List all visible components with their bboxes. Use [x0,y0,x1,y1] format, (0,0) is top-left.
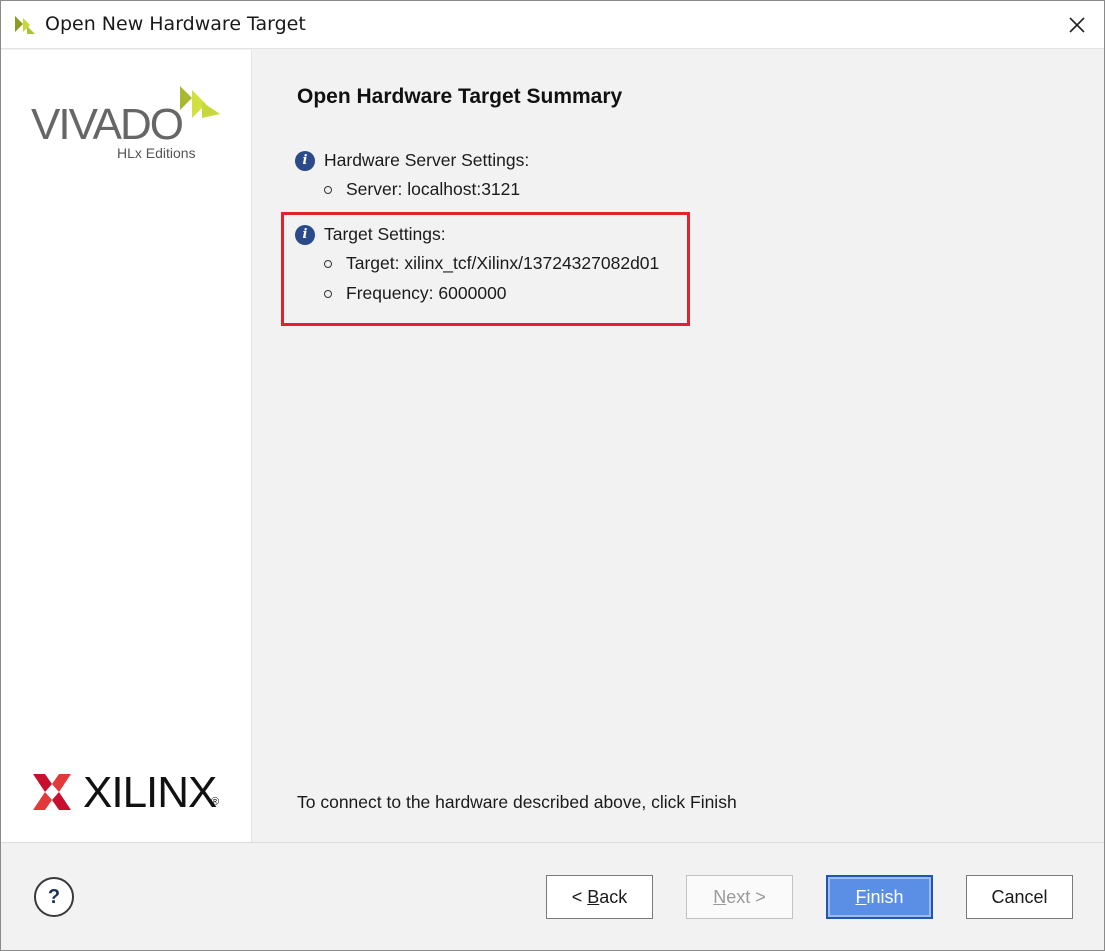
list-item: Server: localhost:3121 [324,179,520,200]
finish-button-mnemonic: F [855,886,867,907]
cancel-button-label: Cancel [991,886,1048,907]
list-item: Frequency: 6000000 [324,283,507,304]
finish-button[interactable]: Finish [826,875,933,919]
bullet-icon [324,185,332,194]
vivado-edition-label: HLx Editions [117,145,196,161]
vivado-logo-icon [15,16,35,34]
back-button-prefix: < [571,886,588,907]
target-value: Target: xilinx_tcf/Xilinx/13724327082d01 [346,253,660,273]
next-button-mnemonic: N [713,886,727,907]
title-bar: Open New Hardware Target [1,1,1104,49]
registered-mark: ® [211,796,220,808]
server-settings-header: i Hardware Server Settings: [295,150,529,171]
list-item: Target: xilinx_tcf/Xilinx/13724327082d01 [324,253,659,274]
vivado-mark-icon [180,86,220,118]
back-button-mnemonic: B [587,886,600,907]
server-value: Server: localhost:3121 [346,179,521,199]
vivado-wordmark: VIVADO [31,100,184,149]
help-icon: ? [47,885,61,908]
button-bar: ? < Back Next > Finish Cancel [1,842,1104,950]
back-button[interactable]: < Back [546,875,653,919]
xilinx-logo: XILINX ® [33,768,233,818]
sidebar: VIVADO HLx Editions XILINX ® [1,50,252,842]
close-button[interactable] [1050,1,1104,49]
frequency-value: Frequency: 6000000 [346,283,507,303]
back-button-rest: ack [599,886,628,907]
vivado-logo: VIVADO HLx Editions [31,84,231,164]
close-icon [1069,17,1085,33]
info-icon: i [295,224,315,245]
page-title: Open Hardware Target Summary [297,85,623,108]
target-settings-label: Target Settings: [324,224,446,244]
finish-button-rest: inish [866,886,904,907]
help-button[interactable]: ? [34,877,74,917]
next-button-rest: ext > [726,886,766,907]
bullet-icon [324,289,332,298]
dialog-window: Open New Hardware Target VIVADO HLx Edit… [0,0,1105,951]
target-settings-header: i Target Settings: [295,224,446,245]
xilinx-mark-icon [33,774,71,810]
info-icon: i [295,150,315,171]
instruction-text: To connect to the hardware described abo… [297,792,737,812]
window-title: Open New Hardware Target [45,13,306,35]
xilinx-wordmark: XILINX [83,768,217,817]
server-settings-label: Hardware Server Settings: [324,150,530,170]
cancel-button[interactable]: Cancel [966,875,1073,919]
next-button[interactable]: Next > [686,875,793,919]
main-panel: Open Hardware Target Summary i Hardware … [253,50,1104,842]
bullet-icon [324,259,332,268]
